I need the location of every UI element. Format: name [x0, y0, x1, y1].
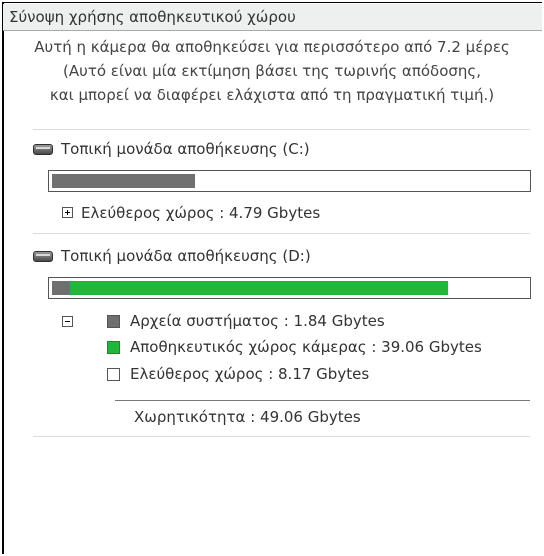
legend-free-label: Ελεύθερος χώρος : 8.17 Gbytes [130, 365, 370, 383]
drive-c-free-space: Ελεύθερος χώρος : 4.79 Gbytes [81, 204, 321, 222]
hard-drive-icon [33, 143, 53, 155]
free-space-swatch [107, 367, 120, 381]
drive-d-system-segment [52, 281, 70, 295]
camera-storage-swatch [107, 340, 120, 354]
drive-d-capacity: Χωρητικότητα : 49.06 Gbytes [134, 408, 361, 426]
legend-camera-storage: Αποθηκευτικός χώρος κάμερας : 39.06 Gbyt… [107, 335, 482, 359]
legend-system-files: Αρχεία συστήματος : 1.84 Gbytes [107, 309, 385, 333]
summary-line-3: και μπορεί να διαφέρει ελάχιστα από τη π… [49, 86, 495, 104]
hard-drive-icon [33, 250, 53, 262]
drive-d-header: Τοπική μονάδα αποθήκευσης (D:) [33, 244, 311, 268]
legend-free-space: Ελεύθερος χώρος : 8.17 Gbytes [107, 362, 369, 386]
summary-line-2: (Αυτό είναι μία εκτίμηση βάσει της τωριν… [63, 62, 481, 80]
capacity-rule [115, 400, 530, 401]
storage-summary: Αυτή η κάμερα θα αποθηκεύσει για περισσό… [0, 35, 544, 107]
drive-c-used-segment [52, 174, 195, 188]
divider [33, 436, 530, 437]
drive-d-label: Τοπική μονάδα αποθήκευσης (D:) [61, 247, 311, 265]
legend-system-label: Αρχεία συστήματος : 1.84 Gbytes [130, 312, 385, 330]
drive-c-label: Τοπική μονάδα αποθήκευσης (C:) [61, 140, 310, 158]
divider [33, 129, 530, 130]
drive-d-usage-bar [48, 277, 531, 299]
system-files-swatch [107, 314, 120, 328]
panel-title: Σύνοψη χρήσης αποθηκευτικού χώρου [3, 4, 542, 31]
drive-c-header: Τοπική μονάδα αποθήκευσης (C:) [33, 137, 310, 161]
expand-plus-icon[interactable] [62, 207, 73, 218]
drive-c-usage-bar [48, 170, 531, 192]
collapse-minus-icon[interactable] [62, 316, 73, 327]
summary-line-1: Αυτή η κάμερα θα αποθηκεύσει για περισσό… [34, 38, 510, 56]
legend-camera-label: Αποθηκευτικός χώρος κάμερας : 39.06 Gbyt… [130, 338, 482, 356]
divider [33, 233, 530, 234]
drive-d-camera-segment [70, 281, 448, 295]
